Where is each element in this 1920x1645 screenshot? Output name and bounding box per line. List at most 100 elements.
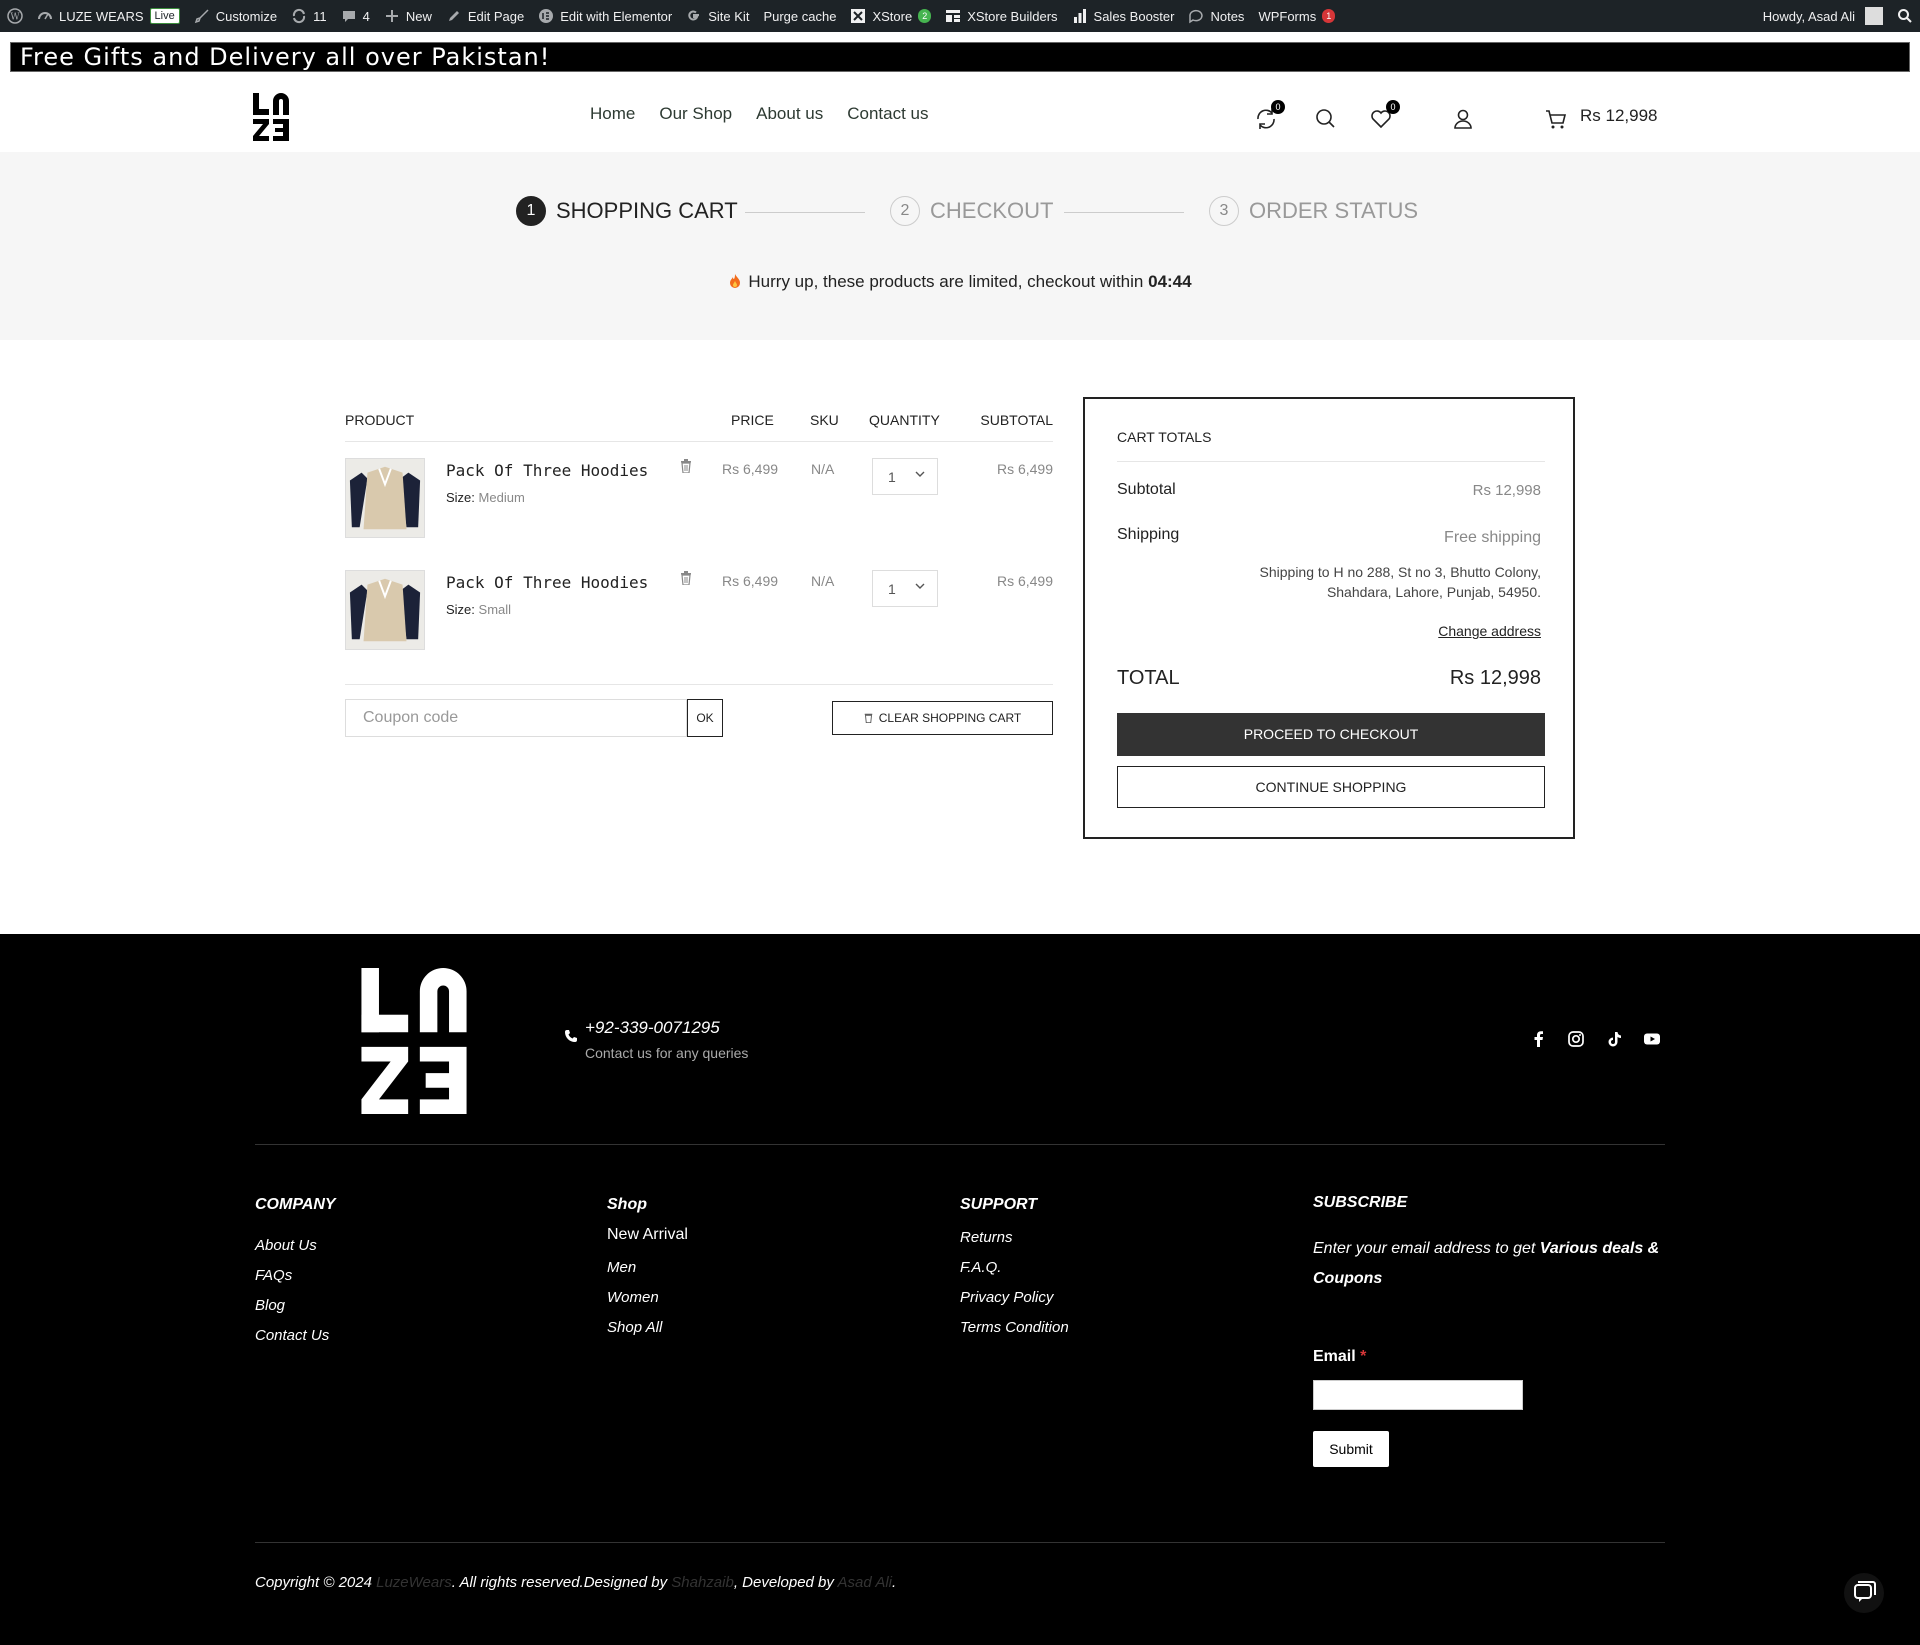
sitekit-item[interactable]: Site Kit bbox=[679, 0, 756, 32]
edit-page-item[interactable]: Edit Page bbox=[439, 0, 531, 32]
new-label: New bbox=[405, 8, 432, 24]
site-name-item[interactable]: LUZE WEARS Live bbox=[30, 0, 187, 32]
chat-icon bbox=[1854, 1581, 1876, 1602]
purge-cache-item[interactable]: Purge cache bbox=[756, 0, 843, 32]
shipping-address: Shipping to H no 288, St no 3, Bhutto Co… bbox=[1259, 564, 1541, 600]
cart-button[interactable] bbox=[1543, 106, 1569, 132]
step-number: 3 bbox=[1209, 196, 1239, 226]
footer-phone[interactable]: +92-339-0071295 bbox=[585, 1018, 720, 1038]
quantity-select[interactable]: 1 bbox=[872, 458, 938, 495]
col-price: PRICE bbox=[731, 412, 774, 428]
instagram-icon[interactable] bbox=[1567, 1030, 1585, 1048]
continue-shopping-button[interactable]: CONTINUE SHOPPING bbox=[1117, 766, 1545, 808]
footer-link[interactable]: Men bbox=[607, 1253, 688, 1283]
wishlist-count: 0 bbox=[1386, 100, 1400, 114]
email-label-text: Email bbox=[1313, 1348, 1356, 1365]
xstore-item[interactable]: XStore 2 bbox=[843, 0, 938, 32]
nav-our-shop[interactable]: Our Shop bbox=[659, 104, 732, 124]
developer-link[interactable]: Asad Ali bbox=[838, 1574, 892, 1591]
footer-link[interactable]: FAQs bbox=[255, 1261, 336, 1291]
quantity-select[interactable]: 1 bbox=[872, 570, 938, 607]
clear-cart-button[interactable]: CLEAR SHOPPING CART bbox=[832, 701, 1053, 735]
trash-icon[interactable] bbox=[680, 571, 692, 585]
xstore-builders-item[interactable]: XStore Builders bbox=[938, 0, 1064, 32]
footer-link[interactable]: New Arrival bbox=[607, 1220, 688, 1253]
footer-link[interactable]: Terms Condition bbox=[960, 1313, 1069, 1343]
brand-link[interactable]: LuzeWears bbox=[376, 1574, 452, 1591]
wp-logo-item[interactable]: W bbox=[0, 0, 30, 32]
svg-text:W: W bbox=[10, 13, 20, 23]
sales-booster-item[interactable]: Sales Booster bbox=[1065, 0, 1182, 32]
footer-link[interactable]: Blog bbox=[255, 1291, 336, 1321]
youtube-icon[interactable] bbox=[1643, 1030, 1661, 1048]
cart-total-header[interactable]: Rs 12,998 bbox=[1580, 106, 1658, 126]
footer-link[interactable]: Contact Us bbox=[255, 1321, 336, 1351]
countdown-notice: Hurry up, these products are limited, ch… bbox=[0, 272, 1920, 292]
notes-item[interactable]: Notes bbox=[1181, 0, 1251, 32]
submit-button[interactable]: Submit bbox=[1313, 1431, 1389, 1467]
speech-bubble-icon bbox=[1189, 9, 1204, 24]
designer-link[interactable]: Shahzaib bbox=[671, 1574, 734, 1591]
tiktok-icon[interactable] bbox=[1605, 1030, 1623, 1048]
chat-button[interactable] bbox=[1844, 1573, 1884, 1613]
step-order-status[interactable]: 3 ORDER STATUS bbox=[1209, 196, 1418, 226]
footer-divider bbox=[255, 1144, 1665, 1145]
bar-chart-icon bbox=[1073, 9, 1086, 23]
luze-logo-footer[interactable] bbox=[361, 968, 467, 1114]
footer-link[interactable]: Shop All bbox=[607, 1313, 688, 1343]
footer-link[interactable]: Women bbox=[607, 1283, 688, 1313]
notes-label: Notes bbox=[1210, 8, 1245, 24]
new-item[interactable]: New bbox=[377, 0, 439, 32]
footer-link[interactable]: Privacy Policy bbox=[960, 1283, 1069, 1313]
footer-subscribe-title: SUBSCRIBE bbox=[1313, 1194, 1408, 1211]
footer-subscribe: SUBSCRIBE bbox=[1313, 1194, 1407, 1229]
coupon-input[interactable]: Coupon code bbox=[345, 699, 687, 737]
divider bbox=[1117, 461, 1545, 462]
apply-coupon-button[interactable]: OK bbox=[687, 699, 723, 737]
cart-icon bbox=[1546, 110, 1567, 129]
account-button[interactable] bbox=[1450, 106, 1476, 132]
xstore-badge: 2 bbox=[918, 9, 932, 23]
wishlist-button[interactable]: 0 bbox=[1368, 100, 1400, 132]
hoodies-image bbox=[346, 571, 424, 649]
checkout-steps: 1 SHOPPING CART 2 CHECKOUT 3 ORDER STATU… bbox=[0, 152, 1920, 340]
step-shopping-cart[interactable]: 1 SHOPPING CART bbox=[516, 196, 738, 226]
nav-contact-us[interactable]: Contact us bbox=[847, 104, 928, 124]
comments-item[interactable]: 4 bbox=[334, 0, 377, 32]
elementor-item[interactable]: Edit with Elementor bbox=[531, 0, 679, 32]
footer-support-title: SUPPORT bbox=[960, 1196, 1038, 1213]
luze-logo[interactable] bbox=[253, 93, 289, 141]
copyright-c: . All rights reserved.Designed by bbox=[451, 1574, 672, 1591]
copyright: Copyright © 2024 LuzeWears. All rights r… bbox=[255, 1574, 896, 1591]
account-item[interactable]: Howdy, Asad Ali bbox=[1756, 0, 1890, 32]
product-name[interactable]: Pack Of Three Hoodies bbox=[446, 573, 648, 592]
change-address-link[interactable]: Change address bbox=[1438, 623, 1541, 639]
nav-home[interactable]: Home bbox=[590, 104, 635, 124]
wpforms-item[interactable]: WPForms 1 bbox=[1251, 0, 1342, 32]
facebook-icon[interactable] bbox=[1530, 1030, 1548, 1048]
footer-link[interactable]: Returns bbox=[960, 1223, 1069, 1253]
customize-item[interactable]: Customize bbox=[187, 0, 284, 32]
footer-link[interactable]: About Us bbox=[255, 1231, 336, 1261]
elementor-label: Edit with Elementor bbox=[560, 8, 673, 24]
subtotal-label: Subtotal bbox=[1117, 481, 1176, 498]
size-value: Medium bbox=[478, 490, 525, 505]
proceed-to-checkout-button[interactable]: PROCEED TO CHECKOUT bbox=[1117, 713, 1545, 756]
shipping-label: Shipping bbox=[1117, 526, 1180, 543]
updates-item[interactable]: 11 bbox=[284, 0, 334, 32]
cart-totals-title: CART TOTALS bbox=[1117, 429, 1212, 445]
footer-link[interactable]: F.A.Q. bbox=[960, 1253, 1069, 1283]
xstore-label: XStore bbox=[872, 8, 913, 24]
product-thumbnail[interactable] bbox=[345, 458, 425, 538]
product-thumbnail[interactable] bbox=[345, 570, 425, 650]
product-name[interactable]: Pack Of Three Hoodies bbox=[446, 461, 648, 480]
email-field[interactable] bbox=[1313, 1380, 1523, 1410]
compare-button[interactable]: 0 bbox=[1253, 100, 1285, 132]
nav-about-us[interactable]: About us bbox=[756, 104, 823, 124]
admin-search-item[interactable] bbox=[1890, 0, 1920, 32]
size-value: Small bbox=[478, 602, 512, 617]
trash-icon[interactable] bbox=[680, 459, 692, 473]
footer-shop: Shop New Arrival Men Women Shop All bbox=[607, 1196, 688, 1343]
search-button[interactable] bbox=[1313, 106, 1339, 132]
step-checkout[interactable]: 2 CHECKOUT bbox=[890, 196, 1053, 226]
